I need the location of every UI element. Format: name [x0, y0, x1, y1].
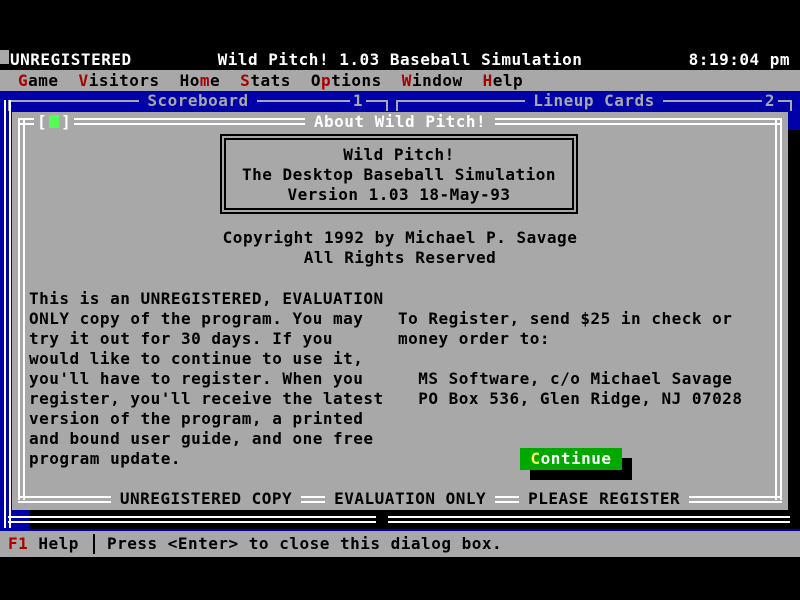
- f1-help-key[interactable]: F1: [8, 534, 28, 554]
- menu-window[interactable]: Window: [402, 71, 463, 91]
- scoreboard-window-number: 1: [350, 91, 366, 111]
- lineup-title: Lineup Cards: [396, 91, 792, 111]
- window-scoreboard-titlebar[interactable]: Scoreboard 1: [8, 91, 388, 111]
- menu-stats[interactable]: Stats: [240, 71, 291, 91]
- eval-line: register, you'll receive the latest: [29, 389, 395, 409]
- scoreboard-title: Scoreboard: [8, 91, 388, 111]
- menu-home[interactable]: Home: [180, 71, 221, 91]
- status-separator: [93, 534, 95, 554]
- eval-line: you'll have to register. When you: [29, 369, 395, 389]
- desktop: Scoreboard 1 Lineup Cards 2 About Wild P…: [0, 91, 800, 531]
- footer-line-segment: [301, 496, 325, 503]
- about-info-box: Wild Pitch! The Desktop Baseball Simulat…: [220, 134, 578, 214]
- continue-button-wrap: Continue: [520, 448, 634, 481]
- close-button[interactable]: []: [34, 112, 74, 132]
- menu-visitors[interactable]: Visitors: [79, 71, 160, 91]
- close-icon: [49, 115, 59, 128]
- lineup-bottom-border: [388, 516, 790, 523]
- scoreboard-left-border: [4, 100, 11, 528]
- footer-line-segment: [18, 496, 111, 503]
- program-subtitle: The Desktop Baseball Simulation: [226, 165, 572, 185]
- eval-line: version of the program, a printed: [29, 409, 395, 429]
- about-dialog: About Wild Pitch! [] Wild Pitch! The Des…: [12, 112, 788, 510]
- eval-line: program update.: [29, 449, 395, 469]
- rights-line: All Rights Reserved: [12, 248, 788, 268]
- menu-help[interactable]: Help: [483, 71, 524, 91]
- menu-bar: Game Visitors Home Stats Options Window …: [0, 70, 800, 91]
- program-version: Version 1.03 18-May-93: [226, 185, 572, 205]
- evaluation-text-block: This is an UNREGISTERED, EVALUATION ONLY…: [29, 289, 395, 469]
- footer-unregistered: UNREGISTERED COPY: [111, 489, 301, 509]
- dialog-shadow-right: [788, 130, 800, 529]
- register-address-line: MS Software, c/o Michael Savage: [398, 369, 778, 389]
- dialog-title: About Wild Pitch!: [305, 112, 495, 131]
- status-message: Press <Enter> to close this dialog box.: [107, 534, 502, 554]
- register-line: money order to:: [398, 329, 778, 349]
- register-text-block: To Register, send $25 in check or money …: [398, 309, 778, 409]
- register-line: [398, 349, 778, 369]
- eval-line: would like to continue to use it,: [29, 349, 395, 369]
- dialog-border-left: [18, 118, 25, 500]
- eval-line: This is an UNREGISTERED, EVALUATION: [29, 289, 395, 309]
- register-address-line: PO Box 536, Glen Ridge, NJ 07028: [398, 389, 778, 409]
- copyright-block: Copyright 1992 by Michael P. Savage All …: [12, 228, 788, 268]
- program-name: Wild Pitch!: [226, 145, 572, 165]
- continue-button[interactable]: Continue: [520, 448, 622, 470]
- register-line: To Register, send $25 in check or: [398, 309, 778, 329]
- clock: 8:19:04 pm: [689, 50, 790, 70]
- dialog-title-row: About Wild Pitch!: [12, 112, 788, 132]
- eval-line: try it out for 30 days. If you: [29, 329, 395, 349]
- status-bar: F1 Help Press <Enter> to close this dial…: [0, 531, 800, 557]
- eval-line: ONLY copy of the program. You may: [29, 309, 395, 329]
- eval-line: and bound user guide, and one free: [29, 429, 395, 449]
- scoreboard-bottom-border: [8, 516, 376, 523]
- footer-evaluation: EVALUATION ONLY: [325, 489, 495, 509]
- footer-register: PLEASE REGISTER: [519, 489, 689, 509]
- menu-options[interactable]: Options: [311, 71, 382, 91]
- f1-help-label[interactable]: Help: [28, 534, 79, 554]
- footer-line-segment: [495, 496, 519, 503]
- footer-line-segment: [689, 496, 782, 503]
- app-title-bar: UNREGISTERED Wild Pitch! 1.03 Baseball S…: [0, 50, 800, 70]
- lineup-window-number: 2: [762, 91, 778, 111]
- window-lineup-cards-titlebar[interactable]: Lineup Cards 2: [396, 91, 792, 111]
- copyright-line: Copyright 1992 by Michael P. Savage: [12, 228, 788, 248]
- app-title: Wild Pitch! 1.03 Baseball Simulation: [0, 50, 800, 70]
- menu-game[interactable]: Game: [18, 71, 59, 91]
- dialog-footer: UNREGISTERED COPY EVALUATION ONLY PLEASE…: [18, 488, 782, 510]
